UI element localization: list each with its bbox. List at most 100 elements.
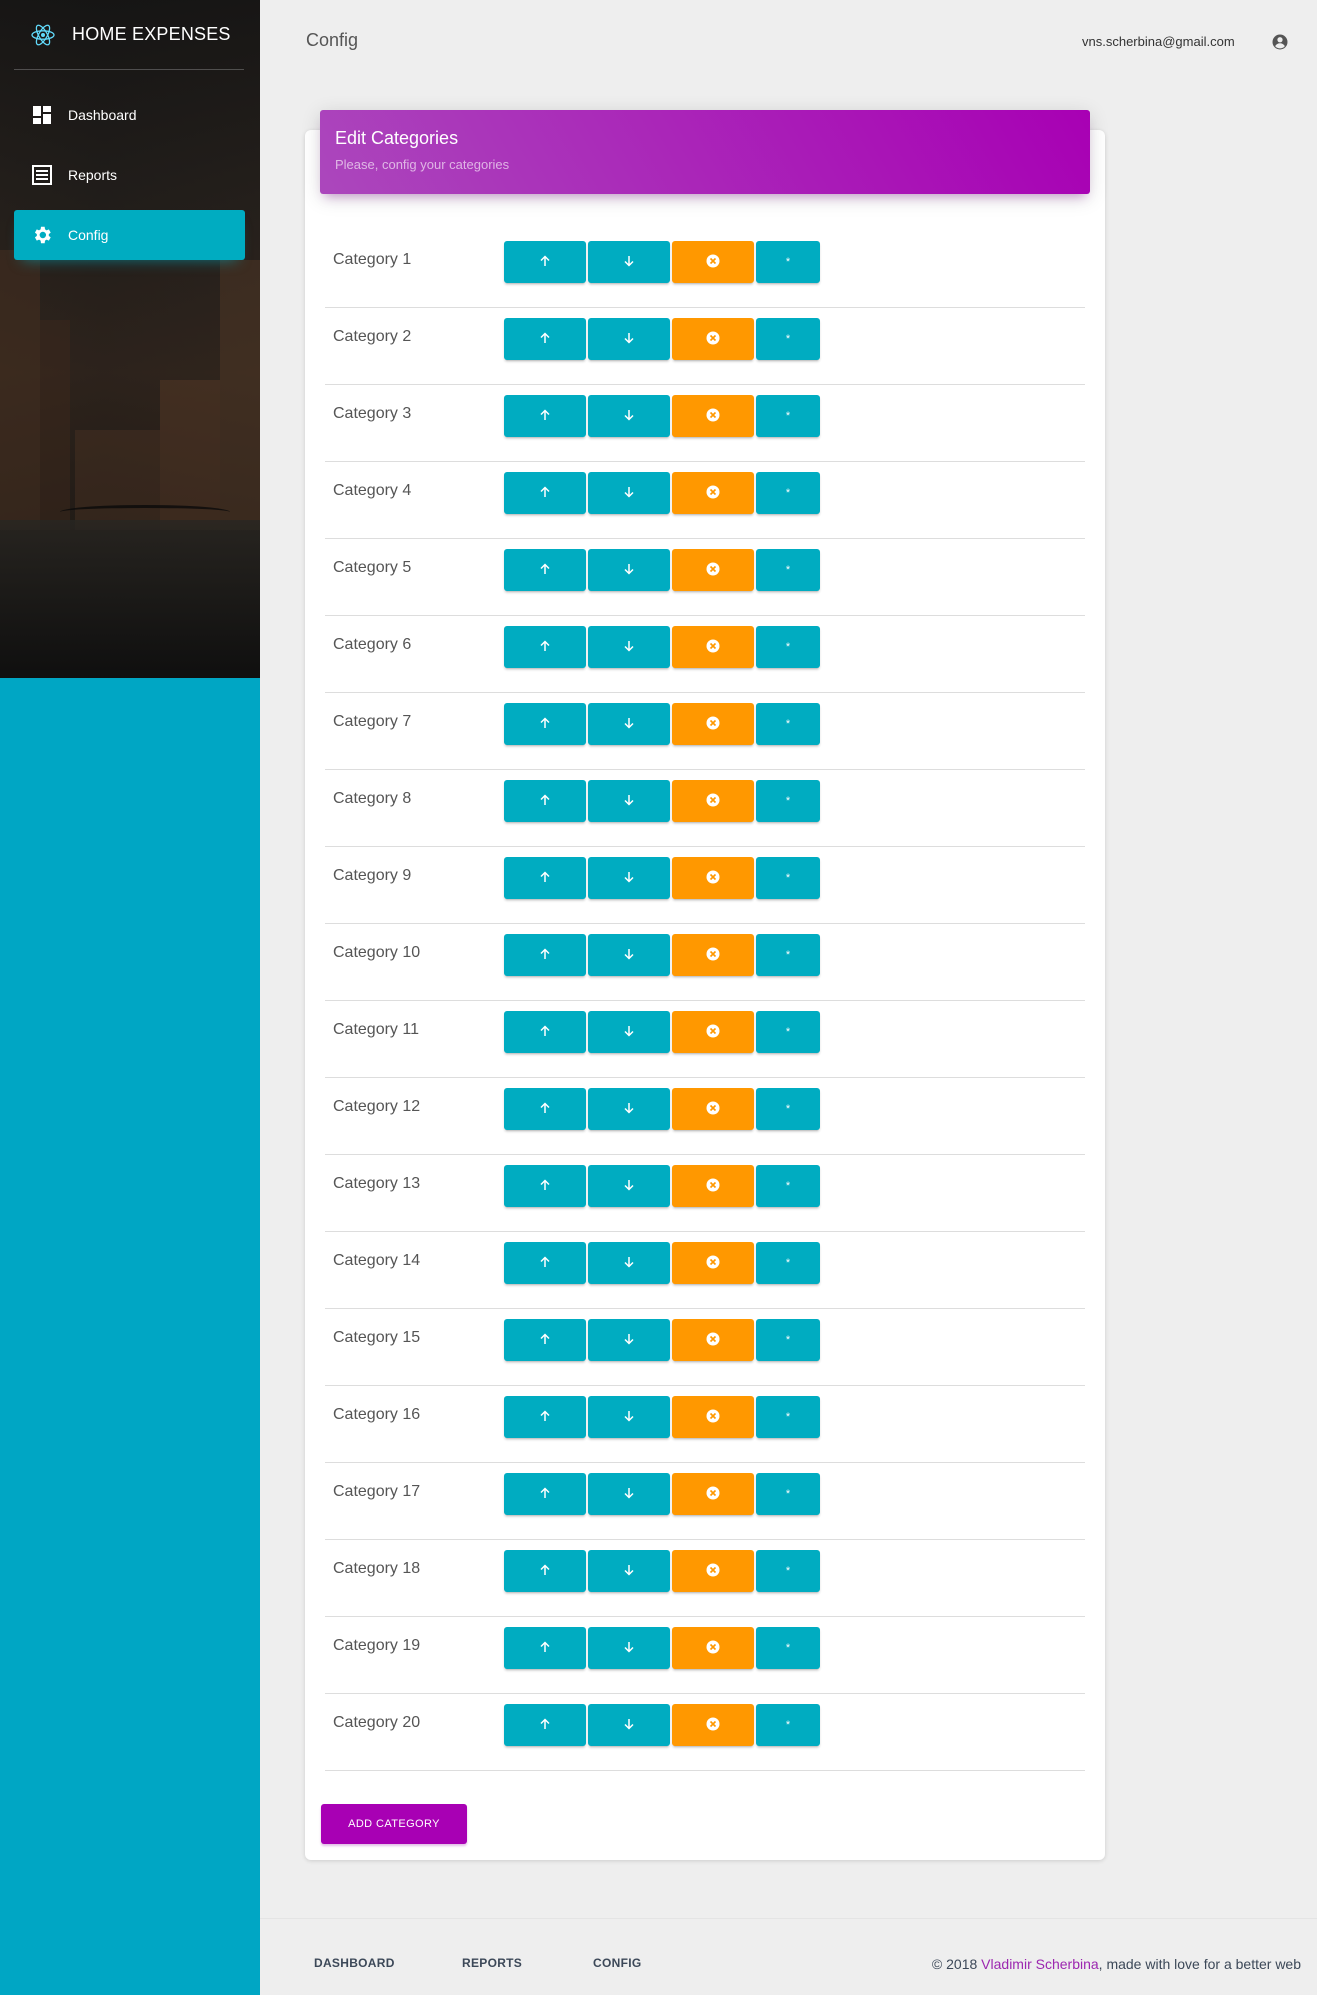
gear-icon — [30, 223, 54, 247]
remove-button[interactable] — [672, 1165, 754, 1207]
remove-button[interactable] — [672, 318, 754, 360]
star-button[interactable]: * — [756, 1242, 820, 1284]
move-down-button[interactable] — [588, 934, 670, 976]
remove-button[interactable] — [672, 703, 754, 745]
star-button[interactable]: * — [756, 1704, 820, 1746]
move-up-button[interactable] — [504, 857, 586, 899]
move-up-button[interactable] — [504, 934, 586, 976]
move-up-button[interactable] — [504, 1165, 586, 1207]
move-down-button[interactable] — [588, 1627, 670, 1669]
page-title[interactable]: Config — [306, 30, 358, 51]
move-up-button[interactable] — [504, 1088, 586, 1130]
star-button[interactable]: * — [756, 241, 820, 283]
star-button[interactable]: * — [756, 1550, 820, 1592]
move-up-button[interactable] — [504, 1473, 586, 1515]
remove-button[interactable] — [672, 1627, 754, 1669]
move-down-button[interactable] — [588, 1319, 670, 1361]
author-link[interactable]: Vladimir Scherbina — [981, 1956, 1099, 1972]
category-row: Category 6 * — [325, 616, 1085, 693]
footer-link-reports[interactable]: REPORTS — [462, 1956, 522, 1970]
star-button[interactable]: * — [756, 703, 820, 745]
move-down-button[interactable] — [588, 472, 670, 514]
cancel-icon — [706, 562, 720, 579]
star-button[interactable]: * — [756, 1396, 820, 1438]
move-up-button[interactable] — [504, 318, 586, 360]
move-down-button[interactable] — [588, 780, 670, 822]
remove-button[interactable] — [672, 1011, 754, 1053]
star-button[interactable]: * — [756, 780, 820, 822]
move-up-button[interactable] — [504, 1396, 586, 1438]
move-up-button[interactable] — [504, 395, 586, 437]
move-up-button[interactable] — [504, 780, 586, 822]
star-button[interactable]: * — [756, 472, 820, 514]
move-down-button[interactable] — [588, 1396, 670, 1438]
move-up-button[interactable] — [504, 1627, 586, 1669]
remove-button[interactable] — [672, 780, 754, 822]
move-up-button[interactable] — [504, 472, 586, 514]
star-button[interactable]: * — [756, 1627, 820, 1669]
sidebar-item-dashboard[interactable]: Dashboard — [14, 90, 245, 140]
sidebar-item-config[interactable]: Config — [14, 210, 245, 260]
move-up-button[interactable] — [504, 241, 586, 283]
arrow-up-icon — [539, 870, 551, 886]
category-row: Category 19 * — [325, 1617, 1085, 1694]
remove-button[interactable] — [672, 1242, 754, 1284]
star-button[interactable]: * — [756, 1011, 820, 1053]
move-down-button[interactable] — [588, 703, 670, 745]
category-row: Category 12 * — [325, 1078, 1085, 1155]
move-down-button[interactable] — [588, 1165, 670, 1207]
move-down-button[interactable] — [588, 549, 670, 591]
star-button[interactable]: * — [756, 626, 820, 668]
move-down-button[interactable] — [588, 626, 670, 668]
move-up-button[interactable] — [504, 626, 586, 668]
footer-link-config[interactable]: CONFIG — [593, 1956, 641, 1970]
account-circle-icon[interactable] — [1271, 33, 1289, 51]
remove-button[interactable] — [672, 1088, 754, 1130]
remove-button[interactable] — [672, 934, 754, 976]
move-up-button[interactable] — [504, 1550, 586, 1592]
star-button[interactable]: * — [756, 1088, 820, 1130]
move-down-button[interactable] — [588, 857, 670, 899]
move-up-button[interactable] — [504, 703, 586, 745]
move-down-button[interactable] — [588, 1704, 670, 1746]
row-actions: * — [504, 472, 822, 514]
move-up-button[interactable] — [504, 1011, 586, 1053]
move-up-button[interactable] — [504, 549, 586, 591]
remove-button[interactable] — [672, 1319, 754, 1361]
move-up-button[interactable] — [504, 1242, 586, 1284]
remove-button[interactable] — [672, 549, 754, 591]
add-category-button[interactable]: ADD CATEGORY — [321, 1804, 467, 1844]
remove-button[interactable] — [672, 1704, 754, 1746]
remove-button[interactable] — [672, 857, 754, 899]
move-down-button[interactable] — [588, 1473, 670, 1515]
star-button[interactable]: * — [756, 318, 820, 360]
sidebar-item-reports[interactable]: Reports — [14, 150, 245, 200]
remove-button[interactable] — [672, 1473, 754, 1515]
star-button[interactable]: * — [756, 1473, 820, 1515]
move-down-button[interactable] — [588, 241, 670, 283]
move-up-button[interactable] — [504, 1319, 586, 1361]
brand[interactable]: HOME EXPENSES — [14, 0, 244, 70]
react-logo-icon — [28, 20, 58, 50]
remove-button[interactable] — [672, 395, 754, 437]
footer-link-dashboard[interactable]: DASHBOARD — [314, 1956, 395, 1970]
remove-button[interactable] — [672, 1550, 754, 1592]
move-down-button[interactable] — [588, 1011, 670, 1053]
remove-button[interactable] — [672, 626, 754, 668]
move-down-button[interactable] — [588, 1242, 670, 1284]
star-button[interactable]: * — [756, 549, 820, 591]
remove-button[interactable] — [672, 1396, 754, 1438]
move-down-button[interactable] — [588, 1550, 670, 1592]
star-button[interactable]: * — [756, 934, 820, 976]
move-down-button[interactable] — [588, 1088, 670, 1130]
move-down-button[interactable] — [588, 395, 670, 437]
remove-button[interactable] — [672, 472, 754, 514]
move-down-button[interactable] — [588, 318, 670, 360]
star-button[interactable]: * — [756, 1319, 820, 1361]
star-button[interactable]: * — [756, 395, 820, 437]
remove-button[interactable] — [672, 241, 754, 283]
move-up-button[interactable] — [504, 1704, 586, 1746]
arrow-up-icon — [539, 1640, 551, 1656]
star-button[interactable]: * — [756, 857, 820, 899]
star-button[interactable]: * — [756, 1165, 820, 1207]
